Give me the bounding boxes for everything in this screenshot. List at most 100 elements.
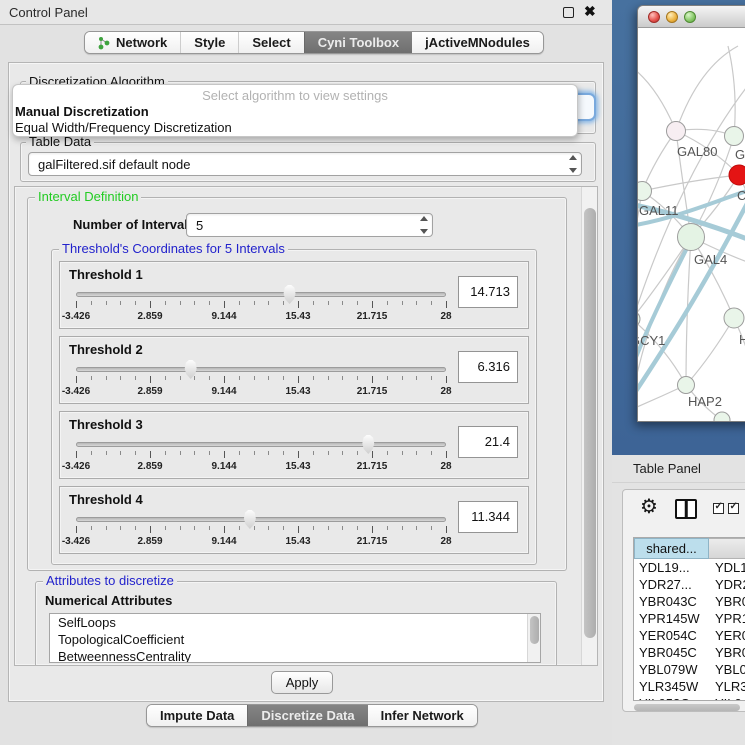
table-horizontal-scrollbar[interactable] xyxy=(634,704,740,711)
table-cell[interactable]: YDR2 xyxy=(709,576,745,593)
dropdown-option-equal-width[interactable]: Equal Width/Frequency Discretization xyxy=(15,120,232,135)
table-cell[interactable]: YER0 xyxy=(709,627,745,644)
network-window-titlebar[interactable] xyxy=(638,6,745,28)
apply-button[interactable]: Apply xyxy=(271,671,333,694)
table-row[interactable]: YBL079WYBL0 xyxy=(634,661,745,678)
threshold-value-field[interactable]: 11.344 xyxy=(458,501,518,533)
table-cell[interactable]: YLR345W xyxy=(634,678,709,695)
threshold-label: Threshold 3 xyxy=(69,417,143,432)
settings-scrollbar-thumb[interactable] xyxy=(584,208,596,638)
gear-icon[interactable]: ⚙ xyxy=(640,497,658,517)
list-scrollbar-thumb[interactable] xyxy=(530,616,539,644)
network-canvas[interactable]: GAL80 GA C GAL11 GAL4 GCY1 H HAP2 xyxy=(638,28,745,422)
tick-mark xyxy=(416,451,417,455)
network-window[interactable]: GAL80 GA C GAL11 GAL4 GCY1 H HAP2 xyxy=(637,5,745,422)
tick-mark xyxy=(342,376,343,380)
node-gal11[interactable] xyxy=(638,182,652,201)
table-cell[interactable]: YBR0 xyxy=(709,593,745,610)
table-cell[interactable]: YDR27... xyxy=(634,576,709,593)
slider-track[interactable] xyxy=(76,292,446,297)
table-cell[interactable]: YDL1 xyxy=(709,559,745,576)
tick-mark xyxy=(372,301,373,308)
table-cell[interactable]: YBL0 xyxy=(709,661,745,678)
threshold-value-field[interactable]: 21.4 xyxy=(458,426,518,458)
table-row[interactable]: YDR27...YDR2 xyxy=(634,576,745,593)
tab-cyni-toolbox[interactable]: Cyni Toolbox xyxy=(304,32,412,53)
threshold-panel-3: Threshold 3 -3.4262.8599.14415.4321.7152… xyxy=(59,411,529,479)
tick-mark xyxy=(106,451,107,455)
attribute-list-item[interactable]: SelfLoops xyxy=(50,614,540,631)
numerical-attributes-list[interactable]: SelfLoopsTopologicalCoefficientBetweenne… xyxy=(49,613,541,663)
minimize-traffic-light-icon[interactable] xyxy=(666,11,678,23)
table-data-combobox[interactable]: galFiltered.sif default node xyxy=(28,152,582,176)
tab-discretize-data[interactable]: Discretize Data xyxy=(247,705,367,726)
tick-mark xyxy=(76,301,77,308)
tab-style[interactable]: Style xyxy=(180,32,238,53)
number-of-intervals-combobox[interactable]: 5 xyxy=(186,213,433,237)
attribute-list-item[interactable]: TopologicalCoefficient xyxy=(50,631,540,648)
table-cell[interactable]: YBL079W xyxy=(634,661,709,678)
list-scrollbar[interactable] xyxy=(527,614,540,662)
table-cell[interactable]: YPR145W xyxy=(634,610,709,627)
node-h[interactable] xyxy=(724,308,744,328)
table-cell[interactable]: YBR043C xyxy=(634,593,709,610)
settings-scrollbar[interactable] xyxy=(581,187,598,665)
column-header-shared[interactable]: shared... xyxy=(634,538,709,559)
node-bottom[interactable] xyxy=(714,412,730,422)
tick-mark xyxy=(106,301,107,305)
close-traffic-light-icon[interactable] xyxy=(648,11,660,23)
tab-impute-data[interactable]: Impute Data xyxy=(147,705,247,726)
node-gal4[interactable] xyxy=(678,224,705,251)
tick-mark xyxy=(76,526,77,533)
attribute-list-item[interactable]: BetweennessCentrality xyxy=(50,648,540,663)
node-ga[interactable] xyxy=(725,127,744,146)
node-red-selected[interactable] xyxy=(729,165,745,185)
table-cell[interactable]: YBR045C xyxy=(634,644,709,661)
checkbox-icon[interactable] xyxy=(728,503,739,514)
table-row[interactable]: YLR345WYLR3 xyxy=(634,678,745,695)
table-cell[interactable]: YER054C xyxy=(634,627,709,644)
node-hap2[interactable] xyxy=(678,377,695,394)
table-row[interactable]: YBR043CYBR0 xyxy=(634,593,745,610)
tick-mark xyxy=(328,451,329,455)
tab-infer-network[interactable]: Infer Network xyxy=(368,705,477,726)
tick-label: 2.859 xyxy=(137,461,162,472)
slider-track[interactable] xyxy=(76,517,446,522)
table-cell[interactable]: YIL053C xyxy=(634,695,709,701)
column-header-name[interactable]: na xyxy=(709,538,745,559)
threshold-value-field[interactable]: 6.316 xyxy=(458,351,518,383)
tab-select[interactable]: Select xyxy=(238,32,303,53)
table-row[interactable]: YBR045CYBR0 xyxy=(634,644,745,661)
tick-mark xyxy=(91,451,92,455)
slider-track[interactable] xyxy=(76,442,446,447)
close-icon[interactable]: ✖ xyxy=(584,3,596,20)
threshold-label: Threshold 2 xyxy=(69,342,143,357)
threshold-slider[interactable]: -3.4262.8599.14415.4321.71528 xyxy=(76,436,446,478)
threshold-slider[interactable]: -3.4262.8599.14415.4321.71528 xyxy=(76,361,446,403)
dropdown-option-manual[interactable]: Manual Discretization xyxy=(15,104,149,119)
table-row[interactable]: YDL19...YDL1 xyxy=(634,559,745,576)
checkbox-icon[interactable] xyxy=(713,503,724,514)
tick-mark xyxy=(194,451,195,455)
table-cell[interactable]: YIL0 xyxy=(709,695,745,701)
tick-mark xyxy=(431,376,432,380)
table-cell[interactable]: YLR3 xyxy=(709,678,745,695)
table-row[interactable]: YIL053CYIL0 xyxy=(634,695,745,701)
table-row[interactable]: YPR145WYPR1 xyxy=(634,610,745,627)
table-cell[interactable]: YBR0 xyxy=(709,644,745,661)
threshold-value-field[interactable]: 14.713 xyxy=(458,276,518,308)
columns-icon[interactable] xyxy=(675,499,697,519)
node-attribute-table[interactable]: shared... na YDL19...YDL1YDR27...YDR2YBR… xyxy=(633,537,745,701)
tab-network[interactable]: Network xyxy=(85,32,180,53)
table-cell[interactable]: YPR1 xyxy=(709,610,745,627)
tick-mark xyxy=(313,451,314,455)
node-gal80[interactable] xyxy=(667,122,686,141)
table-row[interactable]: YER054CYER0 xyxy=(634,627,745,644)
zoom-traffic-light-icon[interactable] xyxy=(684,11,696,23)
slider-track[interactable] xyxy=(76,367,446,372)
table-cell[interactable]: YDL19... xyxy=(634,559,709,576)
float-window-icon[interactable] xyxy=(563,7,574,18)
tab-jactivemnodules[interactable]: jActiveMNodules xyxy=(412,32,543,53)
threshold-slider[interactable]: -3.4262.8599.14415.4321.71528 xyxy=(76,286,446,328)
threshold-slider[interactable]: -3.4262.8599.14415.4321.71528 xyxy=(76,511,446,553)
